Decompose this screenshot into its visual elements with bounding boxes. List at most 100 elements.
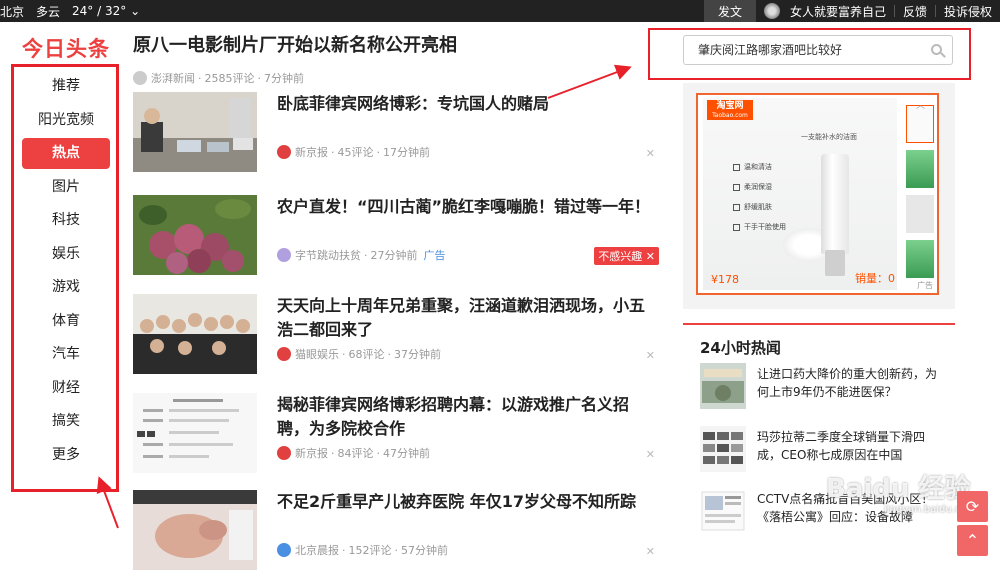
ad-tag: 广告	[423, 249, 446, 262]
refresh-button[interactable]: ⟳	[957, 491, 988, 522]
feed-title[interactable]: 不足2斤重早产儿被弃医院 年仅17岁父母不知所踪	[277, 490, 659, 514]
source-icon	[277, 446, 291, 460]
comment-count[interactable]: 152评论	[349, 542, 392, 558]
headline-meta: 澎湃新闻 · 2585评论 · 7分钟前	[133, 70, 613, 86]
feed-meta: 猫眼娱乐 · 68评论 · 37分钟前	[277, 346, 441, 362]
nav-item[interactable]: 娱乐	[22, 239, 110, 270]
hot-news-text[interactable]: 让进口药大降价的重大创新药，为何上市9年仍不能进医保？	[757, 365, 942, 401]
nav-item[interactable]: 游戏	[22, 272, 110, 303]
timestamp: 17分钟前	[383, 146, 430, 159]
search-input[interactable]	[698, 42, 923, 56]
feed-thumbnail[interactable]	[133, 92, 257, 172]
city-label[interactable]: 北京	[0, 3, 24, 20]
feed-thumbnail[interactable]	[133, 490, 257, 570]
timestamp: 27分钟前	[370, 249, 418, 262]
feed-title[interactable]: 天天向上十周年兄弟重聚，汪涵道歉泪洒现场，小五浩二都回来了	[277, 294, 659, 342]
timestamp: 37分钟前	[394, 348, 441, 361]
checkbox-icon	[733, 223, 740, 231]
source-name[interactable]: 猫眼娱乐	[295, 346, 339, 362]
ad-label: 广告	[917, 281, 933, 290]
feed-meta: 字节跳动扶贫 · 27分钟前 广告	[277, 247, 446, 263]
hot-news-title: 24小时热闻	[700, 339, 781, 357]
close-icon: ✕	[645, 250, 655, 263]
hot-news-item[interactable]: 让进口药大降价的重大创新药，为何上市9年仍不能进医保？	[700, 363, 940, 409]
nav-item[interactable]: 推荐	[22, 71, 110, 102]
search-bar	[683, 35, 953, 65]
timestamp: 7分钟前	[264, 72, 304, 85]
ad-thumbnail-strip	[904, 98, 936, 290]
feed-item[interactable]: 农户直发！“四川古蔺”脆红李嘎嘣脆！错过等一年！ 字节跳动扶贫 · 27分钟前 广告 不感…	[133, 195, 659, 275]
hot-section-divider	[683, 323, 955, 325]
nav-item[interactable]: 搞笑	[22, 406, 110, 437]
temperature-label[interactable]: 24° / 32° ⌄	[72, 4, 140, 18]
source-name[interactable]: 新京报	[295, 144, 328, 160]
not-interested-button[interactable]: 不感兴趣 ✕	[594, 247, 659, 265]
feed-thumbnail[interactable]	[133, 393, 257, 473]
report-link[interactable]: 投诉侵权	[936, 0, 1000, 22]
hot-news-item[interactable]: 玛莎拉蒂二季度全球销量下滑四成，CEO称七成原因在中国	[700, 426, 940, 472]
source-icon	[277, 248, 291, 262]
hot-news-text[interactable]: 玛莎拉蒂二季度全球销量下滑四成，CEO称七成原因在中国	[757, 428, 942, 464]
feed-title[interactable]: 揭秘菲律宾网络博彩招聘内幕：以游戏推广名义招聘，为多院校合作	[277, 393, 659, 441]
nav-item[interactable]: 图片	[22, 172, 110, 203]
timestamp: 47分钟前	[383, 447, 430, 460]
ad-thumbnail[interactable]	[906, 240, 934, 278]
nav-item[interactable]: 热点	[22, 138, 110, 169]
feed-thumbnail[interactable]	[133, 195, 257, 275]
source-name[interactable]: 字节跳动扶贫	[295, 247, 361, 263]
close-icon[interactable]: ✕	[646, 545, 655, 558]
source-name[interactable]: 北京晨报	[295, 542, 339, 558]
product-tube-image	[821, 154, 849, 276]
hot-news-thumb	[700, 363, 746, 409]
feedback-link[interactable]: 反馈	[895, 0, 935, 22]
top-bar: 北京 多云 24° / 32° ⌄ 发文 女人就要富养自己 反馈 投诉侵权	[0, 0, 1000, 22]
channel-nav: 推荐 阳光宽频 热点 图片 科技 娱乐 游戏 体育 汽车 财经 搞笑 更多	[11, 64, 119, 492]
comment-count[interactable]: 45评论	[338, 144, 374, 160]
comment-count[interactable]: 84评论	[338, 445, 374, 461]
feed-item[interactable]: 卧底菲律宾网络博彩：专坑国人的赌局 新京报 · 45评论 · 17分钟前 ✕	[133, 92, 659, 172]
top-headline: 原八一电影制片厂开始以新名称公开亮相 澎湃新闻 · 2585评论 · 7分钟前	[133, 34, 613, 86]
post-button[interactable]: 发文	[703, 0, 756, 22]
search-icon[interactable]	[931, 44, 942, 55]
chevron-up-icon[interactable]: ︿	[916, 98, 925, 111]
ad-feature: 干手干脸使用	[733, 222, 786, 232]
user-menu[interactable]: 女人就要富养自己	[756, 0, 894, 22]
source-name[interactable]: 新京报	[295, 445, 328, 461]
feed-thumbnail[interactable]	[133, 294, 257, 374]
feed-item[interactable]: 天天向上十周年兄弟重聚，汪涵道歉泪洒现场，小五浩二都回来了猫眼娱乐 · 68评论 · 3…	[133, 294, 659, 374]
nav-item[interactable]: 阳光宽频	[22, 105, 110, 136]
source-icon	[133, 71, 147, 85]
close-icon[interactable]: ✕	[646, 147, 655, 160]
feed-title[interactable]: 卧底菲律宾网络博彩：专坑国人的赌局	[277, 92, 659, 116]
back-to-top-button[interactable]: ⌃	[957, 525, 988, 556]
close-icon[interactable]: ✕	[646, 448, 655, 461]
close-icon[interactable]: ✕	[646, 349, 655, 362]
ad-feature: 温和清洁	[733, 162, 772, 172]
headline-title[interactable]: 原八一电影制片厂开始以新名称公开亮相	[133, 34, 613, 58]
nav-item[interactable]: 财经	[22, 373, 110, 404]
feed-title[interactable]: 农户直发！“四川古蔺”脆红李嘎嘣脆！错过等一年！	[277, 195, 659, 219]
ad-sales: 销量：0	[855, 272, 895, 285]
comment-count[interactable]: 2585评论	[205, 70, 255, 86]
baidu-watermark: Baidu 经验	[826, 474, 971, 504]
source-icon	[277, 543, 291, 557]
feed-item[interactable]: 揭秘菲律宾网络博彩招聘内幕：以游戏推广名义招聘，为多院校合作 新京报 · 84评论 · 4…	[133, 393, 659, 473]
ad-feature: 柔润保湿	[733, 182, 772, 192]
ad-thumbnail[interactable]	[906, 195, 934, 233]
ad-product-title: 一支能补水的洁面	[801, 133, 857, 141]
feed-item[interactable]: 不足2斤重早产儿被弃医院 年仅17岁父母不知所踪 北京晨报 · 152评论 · 57分钟前…	[133, 490, 659, 570]
hot-news-thumb	[700, 426, 746, 472]
nav-item[interactable]: 汽车	[22, 339, 110, 370]
ad-image[interactable]: 淘宝网 Taobao.com 一支能补水的洁面 温和清洁 柔润保湿 舒缓肌肤 干手…	[703, 98, 897, 290]
nav-item[interactable]: 更多	[22, 440, 110, 471]
ad-thumbnail[interactable]	[906, 150, 934, 188]
comment-count[interactable]: 68评论	[349, 346, 385, 362]
source-name[interactable]: 澎湃新闻	[151, 70, 195, 86]
weather-label: 多云	[36, 4, 61, 19]
username: 女人就要富养自己	[789, 4, 886, 19]
site-logo[interactable]: 今日头条	[22, 33, 110, 63]
nav-item[interactable]: 科技	[22, 205, 110, 236]
source-icon	[277, 347, 291, 361]
taobao-ad[interactable]: 淘宝网 Taobao.com 一支能补水的洁面 温和清洁 柔润保湿 舒缓肌肤 干手…	[696, 93, 939, 295]
nav-item[interactable]: 体育	[22, 306, 110, 337]
